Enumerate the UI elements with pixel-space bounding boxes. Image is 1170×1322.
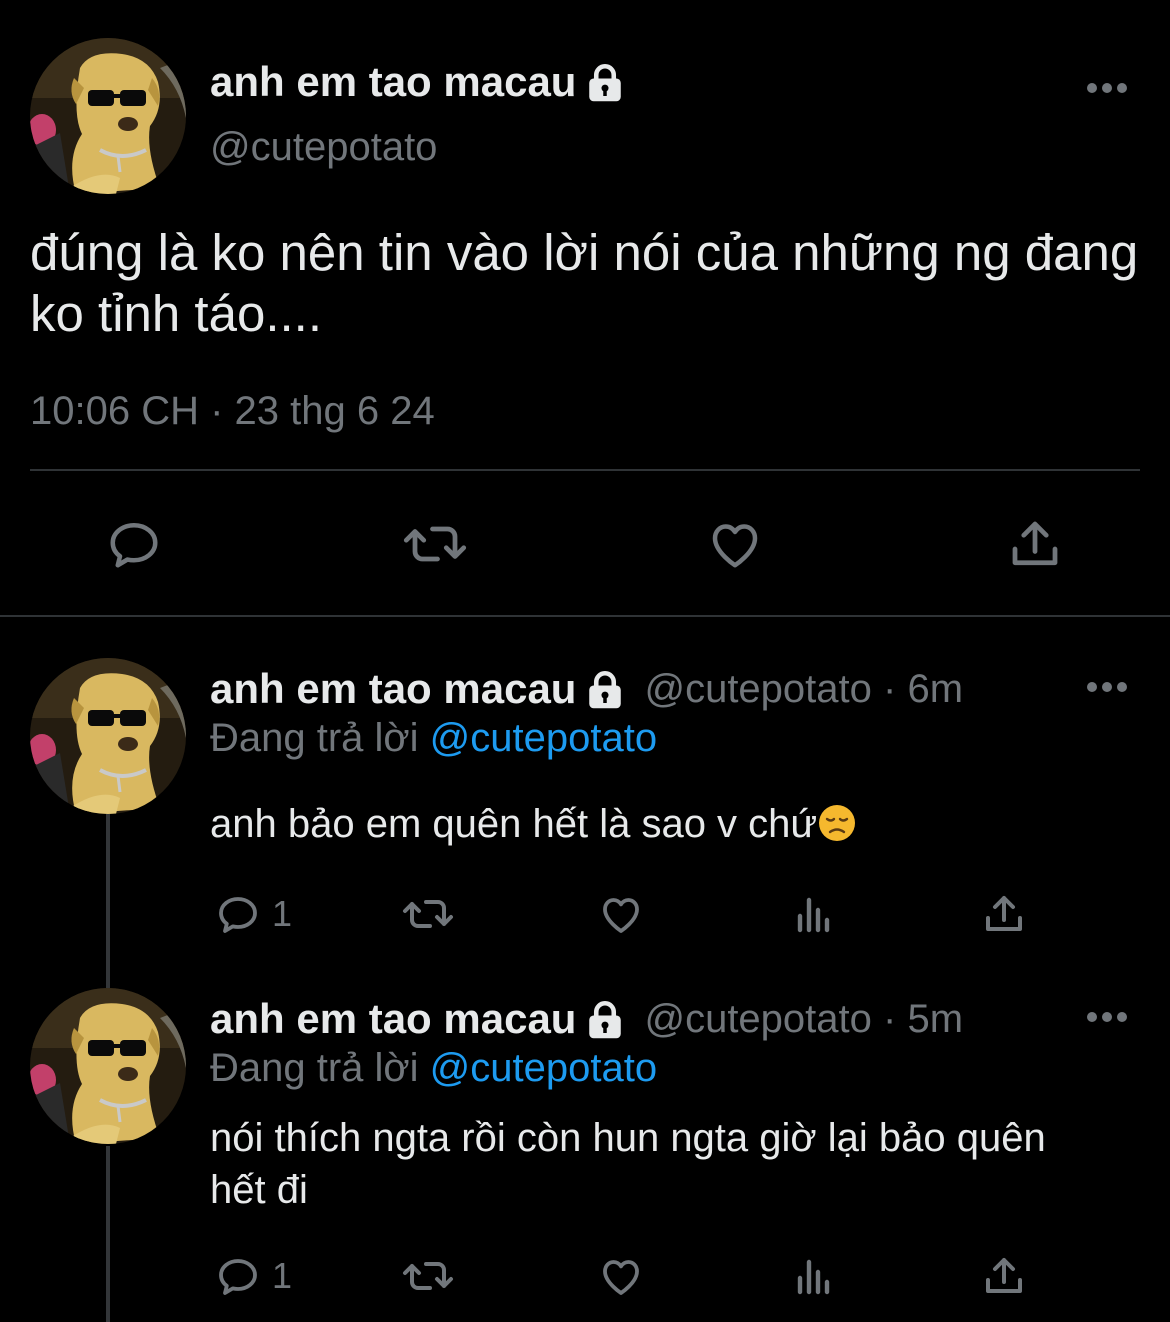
replying-to: Đang trả lời @cutepotato (210, 1043, 657, 1093)
author-name-line[interactable]: anh em tao macau @cutepotato · 6m (210, 664, 963, 714)
handle[interactable]: @cutepotato (644, 997, 871, 1041)
share-icon (1012, 521, 1058, 566)
reply-count: 1 (272, 1255, 293, 1296)
dog-avatar-image (30, 658, 186, 814)
share-button[interactable] (1005, 514, 1065, 574)
share-button[interactable] (980, 890, 1028, 938)
like-icon (603, 1260, 639, 1295)
section-divider (0, 615, 1170, 617)
disappointed-face-icon (819, 805, 856, 841)
more-options-icon[interactable] (1086, 82, 1128, 94)
dog-avatar-image (30, 988, 186, 1144)
retweet-icon (403, 900, 453, 928)
lock-icon (589, 1000, 622, 1039)
display-name[interactable]: anh em tao macau (210, 57, 576, 107)
author-name-line[interactable]: anh em tao macau @cutepotato · 5m (210, 994, 963, 1044)
views-icon (797, 1259, 830, 1295)
display-name[interactable]: anh em tao macau (210, 994, 576, 1044)
reply-text: anh bảo em quên hết là sao v chứ (210, 798, 1110, 850)
display-name[interactable]: anh em tao macau (210, 664, 576, 714)
retweet-button[interactable] (400, 890, 456, 938)
mention-link[interactable]: @cutepotato (430, 716, 657, 760)
relative-time[interactable]: 5m (907, 997, 963, 1041)
retweet-button[interactable] (400, 1252, 456, 1300)
tweet-thread-page: anh em tao macau @cutepotato đúng là ko … (0, 0, 1170, 1322)
reply-meta: @cutepotato · 6m (644, 664, 963, 714)
reply-icon (219, 1259, 257, 1295)
reply-text: nói thích ngta rồi còn hun ngta giờ lại … (210, 1116, 1046, 1212)
share-icon (986, 1258, 1022, 1293)
reply-text-content: anh bảo em quên hết là sao v chứ (210, 802, 818, 846)
avatar[interactable] (30, 38, 186, 194)
dog-avatar-image (30, 38, 186, 194)
divider (30, 469, 1140, 471)
replying-prefix: Đang trả lời (210, 716, 419, 760)
author-name-line[interactable]: anh em tao macau (210, 57, 626, 107)
like-icon (712, 524, 758, 568)
reply-button[interactable]: 1 (214, 1252, 292, 1300)
avatar[interactable] (30, 988, 186, 1144)
retweet-icon (403, 526, 467, 562)
like-button[interactable] (597, 1252, 645, 1300)
replying-to: Đang trả lời @cutepotato (210, 713, 657, 763)
reply-button[interactable]: 1 (214, 890, 292, 938)
more-options-icon[interactable] (1086, 681, 1128, 693)
share-icon (986, 896, 1022, 931)
thread-line (106, 814, 110, 988)
tweet-text: đúng là ko nên tin vào lời nói của những… (30, 224, 1139, 342)
avatar[interactable] (30, 658, 186, 814)
lock-icon (589, 670, 622, 709)
like-icon (603, 898, 639, 933)
views-button[interactable] (790, 1252, 838, 1300)
like-button[interactable] (705, 514, 765, 574)
reply-count: 1 (272, 893, 293, 934)
separator-dot: · (883, 997, 908, 1041)
share-button[interactable] (980, 1252, 1028, 1300)
thread-line (106, 1146, 110, 1322)
handle[interactable]: @cutepotato (644, 667, 871, 711)
reply-icon (110, 523, 158, 568)
separator-dot: · (883, 667, 908, 711)
reply-button[interactable] (104, 514, 164, 574)
lock-icon (589, 63, 622, 102)
like-button[interactable] (597, 890, 645, 938)
handle[interactable]: @cutepotato (210, 122, 437, 172)
more-options-icon[interactable] (1086, 1011, 1128, 1023)
tweet-timestamp[interactable]: 10:06 CH · 23 thg 6 24 (30, 386, 435, 436)
relative-time[interactable]: 6m (907, 667, 963, 711)
retweet-button[interactable] (402, 514, 468, 574)
views-icon (797, 897, 830, 933)
retweet-icon (403, 1262, 453, 1290)
views-button[interactable] (790, 890, 838, 938)
reply-meta: @cutepotato · 5m (644, 994, 963, 1044)
reply-icon (219, 897, 257, 933)
mention-link[interactable]: @cutepotato (430, 1046, 657, 1090)
replying-prefix: Đang trả lời (210, 1046, 419, 1090)
